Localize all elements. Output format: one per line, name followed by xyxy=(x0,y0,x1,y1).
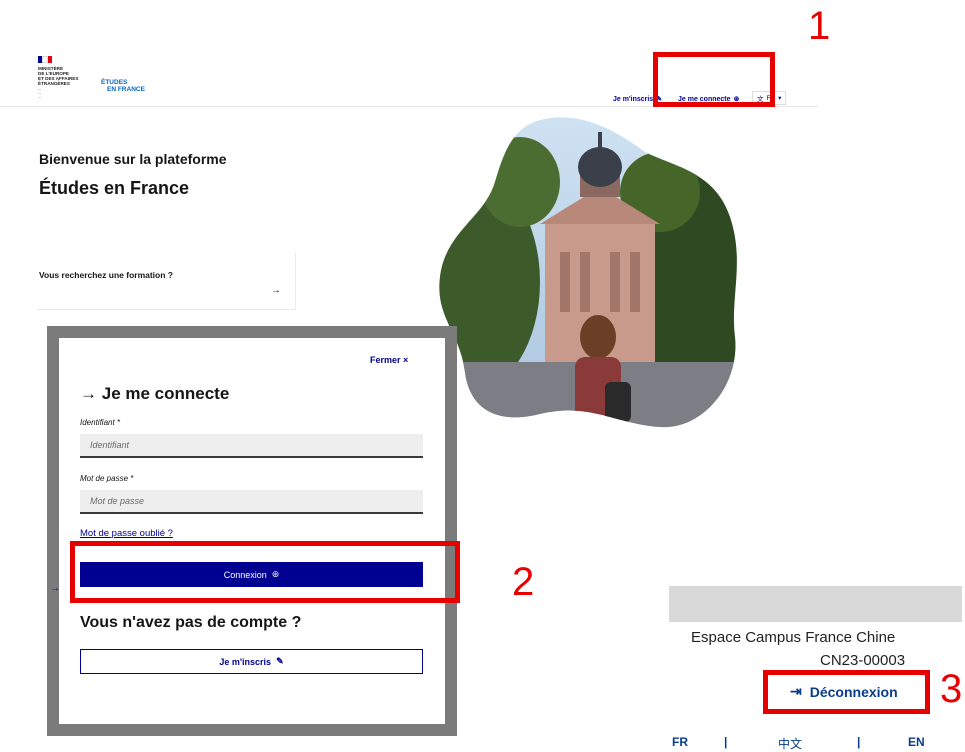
brand-line: EN FRANCE xyxy=(107,86,145,93)
highlight-box-3 xyxy=(763,670,930,714)
password-label: Mot de passe * xyxy=(80,474,134,483)
sorbonne-photo xyxy=(439,117,737,428)
language-separator: | xyxy=(857,735,861,749)
formation-search-card[interactable]: Vous recherchez une formation ? → xyxy=(37,253,296,310)
highlight-box-1 xyxy=(653,52,775,107)
login-title-text: Je me connecte xyxy=(101,384,230,403)
ministry-logo-text: MINISTÈRE DE L'EUROPE ET DES AFFAIRES ÉT… xyxy=(38,66,98,99)
arrow-right-icon: → xyxy=(271,285,281,296)
language-fr[interactable]: FR xyxy=(672,735,688,749)
republic-motto: — — — xyxy=(38,87,42,99)
register-button-label: Je m'inscris xyxy=(219,656,272,667)
chevron-down-icon: ▾ xyxy=(778,95,782,102)
arrow-right-icon: → xyxy=(50,583,60,594)
search-card-text: Vous recherchez une formation ? xyxy=(39,270,173,280)
annotation-number-1: 1 xyxy=(808,4,831,48)
arrow-right-icon: → xyxy=(80,384,102,403)
welcome-text: Bienvenue sur la plateforme xyxy=(39,151,227,167)
campus-header-bar xyxy=(669,586,962,622)
language-separator: | xyxy=(724,735,728,749)
language-en[interactable]: EN xyxy=(908,735,925,749)
register-link-label: Je m'inscris xyxy=(613,95,654,103)
close-icon: × xyxy=(403,355,409,365)
ministry-line: ÉTRANGÈRES xyxy=(38,81,70,86)
etudes-en-france-logo[interactable]: ÉTUDES EN FRANCE xyxy=(101,79,145,93)
campus-code: CN23-00003 xyxy=(820,652,906,669)
identifier-label: Identifiant * xyxy=(80,418,121,427)
highlight-box-2 xyxy=(70,541,460,603)
language-zh[interactable]: 中文 xyxy=(778,735,802,752)
campus-name: Espace Campus France Chine xyxy=(691,629,896,646)
marianne-logo xyxy=(38,56,52,63)
login-title: → Je me connecte xyxy=(80,384,229,404)
annotation-number-2: 2 xyxy=(512,560,535,604)
annotation-number-3: 3 xyxy=(940,667,963,711)
close-button[interactable]: Fermer × xyxy=(370,355,408,365)
register-button[interactable]: Je m'inscris ✎ xyxy=(80,649,423,674)
pencil-icon: ✎ xyxy=(276,656,284,666)
close-button-label: Fermer xyxy=(370,355,401,365)
no-account-heading: Vous n'avez pas de compte ? xyxy=(80,614,302,631)
brand-line: ÉTUDES xyxy=(101,79,128,86)
password-input[interactable] xyxy=(80,490,423,514)
identifier-input[interactable] xyxy=(80,434,423,458)
platform-title: Études en France xyxy=(39,178,190,198)
forgot-password-link[interactable]: Mot de passe oublié ? xyxy=(80,528,173,539)
